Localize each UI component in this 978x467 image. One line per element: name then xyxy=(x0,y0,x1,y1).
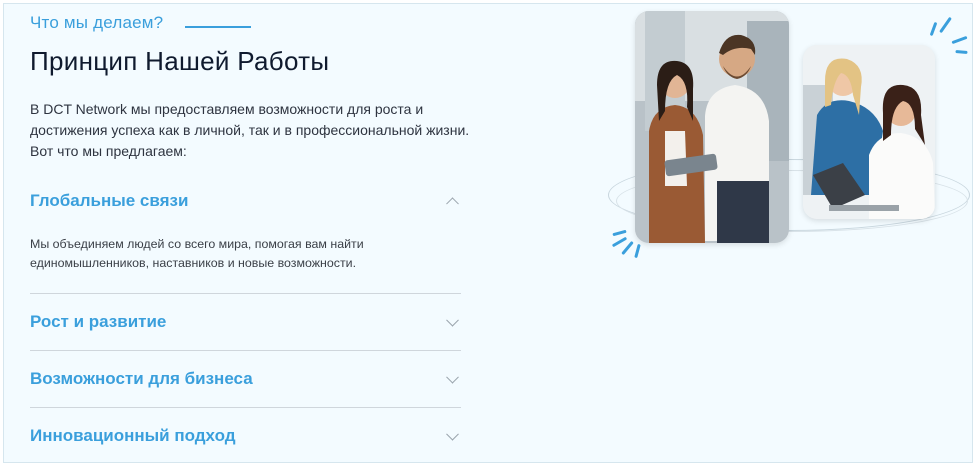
accordion-title: Возможности для бизнеса xyxy=(30,369,253,388)
eyebrow-underline xyxy=(185,26,251,28)
accordion-header-innovation[interactable]: Инновационный подход xyxy=(30,408,461,462)
accordion-header-growth[interactable]: Рост и развитие xyxy=(30,294,461,350)
accordion-body: Мы объединяем людей со всего мира, помог… xyxy=(30,237,364,270)
chevron-down-icon[interactable] xyxy=(446,427,459,441)
sparkle-top-right-icon xyxy=(928,16,968,56)
hero-visual xyxy=(604,4,972,274)
section-title: Принцип Нашей Работы xyxy=(30,46,330,76)
photo-women-laptop xyxy=(803,45,935,219)
sparkle-bottom-left-icon xyxy=(608,226,648,266)
chevron-up-icon[interactable] xyxy=(446,197,459,211)
photo-colleagues-tablet xyxy=(635,11,789,243)
accordion-title: Рост и развитие xyxy=(30,312,167,331)
accordion-item-business: Возможности для бизнеса xyxy=(30,351,461,407)
accordion-header-global-connections[interactable]: Глобальные связи xyxy=(30,182,461,220)
accordion-header-business[interactable]: Возможности для бизнеса xyxy=(30,351,461,407)
accordion: Глобальные связи Мы объединяем людей со … xyxy=(30,182,461,462)
chevron-down-icon[interactable] xyxy=(446,313,459,327)
accordion-title: Инновационный подход xyxy=(30,426,236,445)
accordion-item-growth: Рост и развитие xyxy=(30,294,461,350)
accordion-item-innovation: Инновационный подход xyxy=(30,408,461,462)
work-principle-section: Что мы делаем? Принцип Нашей Работы В DC… xyxy=(3,3,973,463)
eyebrow-row: Что мы делаем? xyxy=(30,13,163,33)
accordion-item-global-connections: Глобальные связи Мы объединяем людей со … xyxy=(30,182,461,293)
chevron-down-icon[interactable] xyxy=(446,370,459,384)
eyebrow-label: Что мы делаем? xyxy=(30,13,164,32)
section-intro: В DCT Network мы предоставляем возможнос… xyxy=(30,101,470,159)
accordion-title: Глобальные связи xyxy=(30,191,189,210)
